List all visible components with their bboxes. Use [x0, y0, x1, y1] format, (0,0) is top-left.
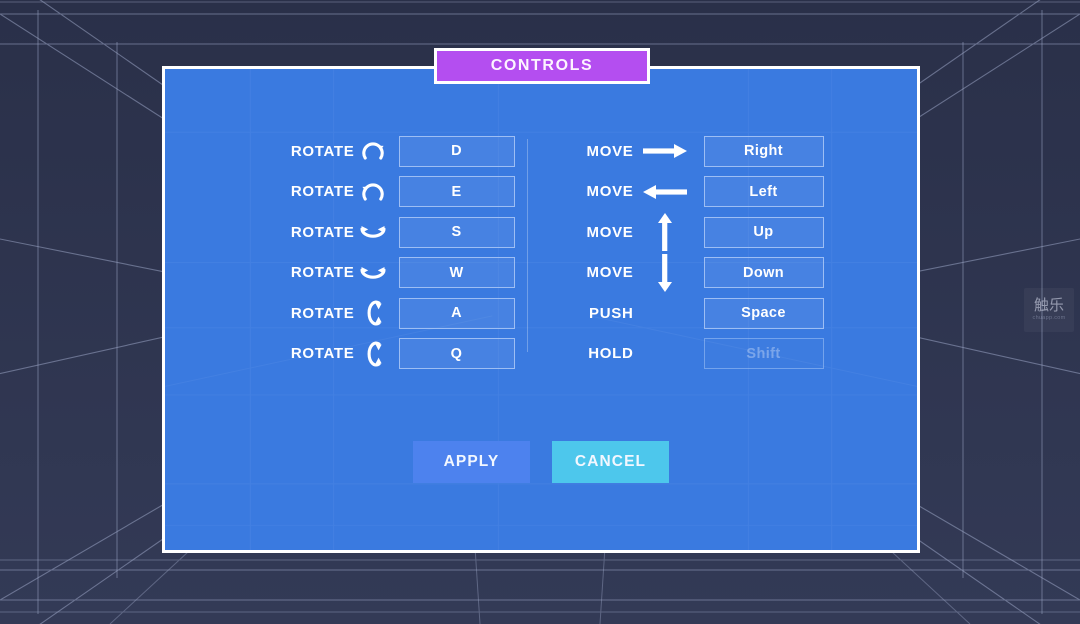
rotate-cw-icon — [355, 138, 391, 164]
control-row-move-left: MOVE Left — [556, 172, 846, 213]
keybind-box[interactable]: Space — [703, 297, 824, 329]
keybind-value: A — [451, 305, 462, 322]
arrow-left-icon — [634, 183, 696, 201]
control-row-rotate-q: ROTATE Q — [237, 334, 527, 375]
keybind-value: Right — [743, 143, 784, 160]
keybind-box[interactable]: E — [398, 176, 515, 208]
keybind-value: E — [451, 183, 462, 200]
control-label: MOVE — [586, 183, 634, 201]
keybind-value: Space — [741, 305, 786, 322]
page-title: CONTROLS — [490, 57, 594, 74]
control-row-rotate-d: ROTATE D — [237, 131, 527, 172]
cancel-button[interactable]: CANCEL — [552, 441, 669, 483]
control-row-rotate-s: ROTATE S — [237, 212, 527, 253]
control-row-move-right: MOVE Right — [556, 131, 846, 172]
game-background: 触乐 chuapp.com ROTATE D ROTATE E ROTATE S… — [0, 0, 1080, 624]
keybind-box[interactable]: Right — [703, 135, 824, 167]
control-row-push-space: PUSH Space — [556, 293, 846, 334]
control-row-rotate-e: ROTATE E — [237, 172, 527, 213]
arrow-down-icon — [634, 253, 696, 293]
apply-button-label: APPLY — [443, 453, 500, 470]
label-wrap: HOLD — [556, 345, 634, 362]
keybind-value: Down — [742, 264, 785, 281]
keybind-box[interactable]: D — [398, 135, 515, 167]
keybind-value: Shift — [746, 345, 781, 362]
control-row-move-down: MOVE Down — [556, 253, 846, 294]
control-label: ROTATE — [290, 142, 355, 160]
label-wrap: MOVE — [556, 224, 634, 241]
keybind-box[interactable]: S — [398, 216, 515, 248]
control-label: PUSH — [589, 304, 634, 322]
label-wrap: ROTATE — [237, 224, 355, 241]
keybind-value: Up — [753, 224, 774, 241]
cancel-button-label: CANCEL — [574, 453, 647, 470]
keybind-box[interactable]: A — [398, 297, 515, 329]
controls-grid: ROTATE D ROTATE E ROTATE S ROTATE W ROTA… — [165, 131, 917, 374]
control-label: ROTATE — [290, 183, 355, 201]
rotate-vertical-cw-icon — [355, 298, 391, 328]
control-label: MOVE — [586, 264, 634, 282]
control-label: HOLD — [588, 345, 634, 363]
control-row-rotate-w: ROTATE W — [237, 253, 527, 294]
control-label: ROTATE — [290, 223, 355, 241]
apply-button[interactable]: APPLY — [413, 441, 530, 483]
arrow-right-icon — [634, 142, 696, 160]
keybind-value: W — [449, 264, 464, 281]
rotate-flip-left-icon — [355, 262, 391, 284]
keybind-box[interactable]: Q — [398, 338, 515, 370]
control-label: ROTATE — [290, 264, 355, 282]
label-wrap: ROTATE — [237, 305, 355, 322]
label-wrap: MOVE — [556, 264, 634, 281]
keybind-box-disabled[interactable]: Shift — [703, 338, 824, 370]
control-row-move-up: MOVE Up — [556, 212, 846, 253]
keybind-value: Q — [450, 345, 463, 362]
keybind-value: S — [451, 224, 462, 241]
label-wrap: ROTATE — [237, 264, 355, 281]
rotate-column: ROTATE D ROTATE E ROTATE S ROTATE W ROTA… — [237, 131, 527, 374]
label-wrap: ROTATE — [237, 345, 355, 362]
control-label: ROTATE — [290, 345, 355, 363]
dialog-footer: APPLY CANCEL — [165, 441, 917, 483]
rotate-vertical-ccw-icon — [355, 339, 391, 369]
label-wrap: MOVE — [556, 183, 634, 200]
rotate-flip-right-icon — [355, 221, 391, 243]
controls-dialog: ROTATE D ROTATE E ROTATE S ROTATE W ROTA… — [162, 66, 920, 553]
control-label: MOVE — [586, 142, 634, 160]
arrow-up-icon — [634, 212, 696, 252]
keybind-box[interactable]: Up — [703, 216, 824, 248]
move-column: MOVE Right MOVE Left MOVE Up MOVE Down P… — [556, 131, 846, 374]
label-wrap: ROTATE — [237, 183, 355, 200]
dialog-title-bar: CONTROLS — [434, 48, 650, 84]
keybind-box[interactable]: W — [398, 257, 515, 289]
control-label: ROTATE — [290, 304, 355, 322]
label-wrap: ROTATE — [237, 143, 355, 160]
keybind-box[interactable]: Left — [703, 176, 824, 208]
keybind-value: Left — [749, 183, 778, 200]
label-wrap: PUSH — [556, 305, 634, 322]
column-divider — [526, 139, 528, 352]
label-wrap: MOVE — [556, 143, 634, 160]
rotate-ccw-icon — [355, 179, 391, 205]
keybind-box[interactable]: Down — [703, 257, 824, 289]
keybind-value: D — [451, 143, 462, 160]
control-row-rotate-a: ROTATE A — [237, 293, 527, 334]
control-row-hold-shift: HOLD Shift — [556, 334, 846, 375]
control-label: MOVE — [586, 223, 634, 241]
